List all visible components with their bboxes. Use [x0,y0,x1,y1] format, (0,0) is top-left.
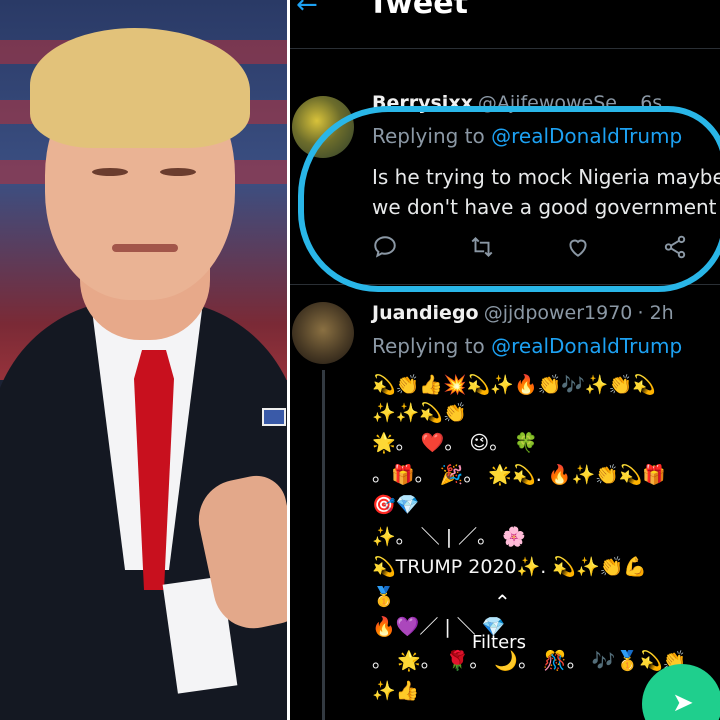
mention-link[interactable]: @realDonaldTrump [491,334,682,358]
flag-pin [262,408,286,426]
highlight-circle [298,106,720,292]
emoji-line: ✨👍 [372,680,420,702]
thread-line [322,370,325,720]
left-eye [92,168,128,176]
emoji-line: 。 🌟。 🌹。 🌙。 🎊。 🎶🥇💫👏 [372,650,687,672]
emoji-line: 🥇 [372,586,396,608]
replying-to: Replying to @realDonaldTrump [372,334,682,358]
chevron-up-icon[interactable]: ⌃ [494,590,511,614]
right-eye [160,168,196,176]
emoji-line: ✨✨💫👏 [372,402,467,424]
emoji-line: 🌟。 ❤️。 😉。 🍀 [372,432,538,454]
emoji-line: ✨。 ＼ | ／。 🌸 [372,526,526,548]
author-handle: @jjdpower1970 [483,302,633,324]
arrow-left-icon[interactable]: ← [296,0,318,20]
author-name[interactable]: Juandiego [372,302,479,324]
page-title: Tweet [368,0,468,21]
replying-prefix: Replying to [372,334,485,358]
reply-tweet[interactable]: Juandiego @jjdpower1970 · 2h Replying to… [290,296,720,720]
mouth [112,244,178,252]
filters-button[interactable]: Filters [472,632,526,653]
emoji-line: 🎯💎 [372,494,420,516]
hair [30,28,250,148]
tweet-author-line: Juandiego @jjdpower1970 · 2h [372,302,674,324]
emoji-line: 💫TRUMP 2020✨. 💫✨👏💪 [372,556,647,578]
avatar[interactable] [292,302,354,364]
twitter-screenshot: ← Tweet Berrysixx @AjifewoweSe... 6s Rep… [290,0,720,720]
timestamp: · 2h [637,302,674,324]
trump-photo [0,0,287,720]
emoji-line: 💫👏👍💥💫✨🔥👏🎶✨👏💫 [372,374,656,396]
emoji-line: 。🎁。 🎉。 🌟💫. 🔥✨👏💫🎁 [372,464,667,486]
tweet-header: ← Tweet [290,0,720,49]
send-icon[interactable]: ➤ [672,688,694,718]
